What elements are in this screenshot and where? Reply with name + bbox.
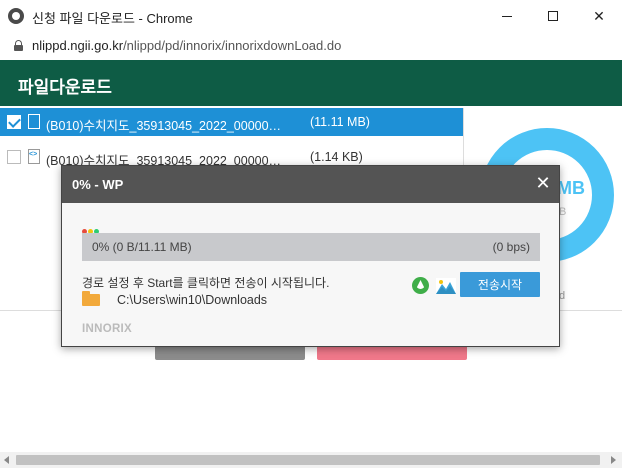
horizontal-scrollbar[interactable] [0,452,622,468]
file-name: (B010)수치지도_35913045_2022_00000… [46,119,282,133]
minimize-icon [502,15,512,17]
window-title: 신청 파일 다운로드 - Chrome [32,11,193,26]
download-progress-bar: 0% (0 B/11.11 MB) (0 bps) [82,233,540,261]
image-icon[interactable] [436,278,456,294]
page-title: 파일다운로드 [18,78,112,97]
donut-subtext: B [559,206,567,218]
maximize-button[interactable] [530,0,576,32]
scroll-right-icon[interactable] [611,456,616,464]
dialog-close-icon[interactable]: ✕ [534,173,552,193]
url-host: nlippd.ngii.go.kr [32,38,124,53]
chrome-icon [8,8,24,24]
file-size: (11.11 MB) [310,115,370,129]
file-size: (1.14 KB) [310,150,363,164]
download-dialog: 0% - WP ✕ 0% (0 B/11.11 MB) (0 bps) 경로 설… [61,165,560,347]
scroll-left-icon[interactable] [4,456,9,464]
donut-value: MB [557,178,585,198]
maximize-icon [548,11,558,21]
instruction-message: 경로 설정 후 Start를 클릭하면 전송이 시작됩니다. [82,276,330,290]
folder-icon[interactable] [82,291,100,306]
dialog-header: 0% - WP ✕ [62,166,559,203]
file-checkbox[interactable] [7,115,21,129]
window-close-button[interactable]: ✕ [576,0,622,32]
transfer-speed: (0 bps) [492,240,530,254]
scrollbar-thumb[interactable] [16,455,600,465]
file-icon [28,114,40,129]
url-path: /nlippd/pd/innorix/innorixdownLoad.do [123,38,342,53]
code-file-icon [28,149,40,164]
brand-label: INNORIX [82,323,133,335]
download-path[interactable]: C:\Users\win10\Downloads [117,293,267,307]
open-folder-icon[interactable] [412,277,429,294]
page-header: 파일다운로드 [0,60,622,106]
file-checkbox[interactable] [7,150,21,164]
status-dots [82,221,100,234]
progress-text: 0% (0 B/11.11 MB) [92,240,192,254]
window-titlebar: 신청 파일 다운로드 - Chrome ✕ [0,0,622,32]
start-transfer-button[interactable]: 전송시작 [460,272,540,297]
dialog-title: 0% - WP [72,177,124,192]
address-bar[interactable]: nlippd.ngii.go.kr/nlippd/pd/innorix/inno… [0,32,622,60]
file-row[interactable]: (B010)수치지도_35913045_2022_00000… (11.11 M… [0,108,463,136]
url-text: nlippd.ngii.go.kr/nlippd/pd/innorix/inno… [32,38,341,53]
minimize-button[interactable] [484,0,530,32]
close-icon: ✕ [593,7,605,24]
lock-icon [14,40,23,51]
